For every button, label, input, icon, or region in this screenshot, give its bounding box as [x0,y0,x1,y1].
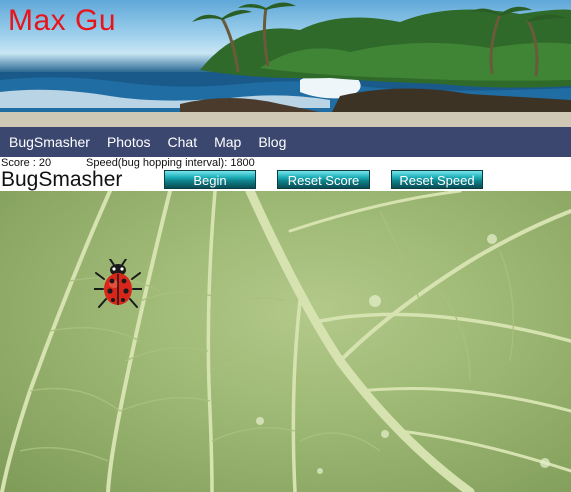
ladybug-icon[interactable] [94,259,142,311]
game-canvas[interactable] [0,191,571,492]
begin-button[interactable]: Begin [164,170,256,189]
reset-speed-button[interactable]: Reset Speed [391,170,483,189]
nav-item-map[interactable]: Map [214,134,241,150]
header-banner: Max Gu [0,0,571,127]
leaf-background-image [0,191,571,492]
nav-item-bugsmasher[interactable]: BugSmasher [9,134,90,150]
game-controls: BugSmasher Begin Reset Score Reset Speed [0,169,571,191]
site-title: Max Gu [8,4,117,37]
nav-item-photos[interactable]: Photos [107,134,151,150]
main-nav: BugSmasher Photos Chat Map Blog [0,127,571,157]
nav-item-blog[interactable]: Blog [258,134,286,150]
game-title: BugSmasher [1,168,123,191]
nav-item-chat[interactable]: Chat [168,134,198,150]
reset-score-button[interactable]: Reset Score [277,170,370,189]
